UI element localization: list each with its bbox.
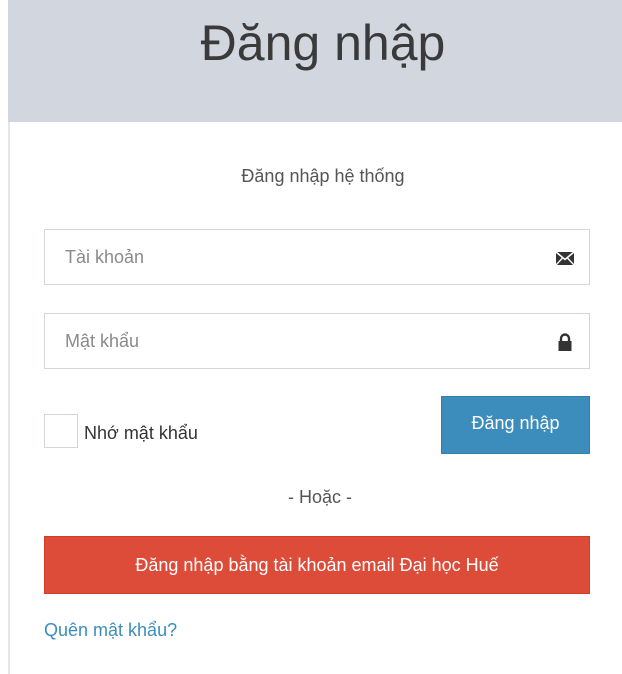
or-divider: - Hoặc - xyxy=(287,487,352,507)
password-input[interactable] xyxy=(45,314,515,368)
login-header: Đăng nhập xyxy=(8,0,622,122)
password-field xyxy=(44,313,590,369)
box-left-border xyxy=(8,122,10,674)
remember-me: Nhớ mật khẩu xyxy=(44,414,198,448)
forgot-password-link[interactable]: Quên mật khẩu? xyxy=(44,620,177,641)
username-input[interactable] xyxy=(45,230,515,284)
remember-label: Nhớ mật khẩu xyxy=(84,422,198,443)
login-button[interactable]: Đăng nhập xyxy=(441,396,590,454)
page-title: Đăng nhập xyxy=(200,15,446,71)
remember-checkbox[interactable] xyxy=(44,414,78,448)
login-box-subtitle: Đăng nhập hệ thống xyxy=(241,166,405,186)
username-field xyxy=(44,229,590,285)
login-page: Đăng nhập Đăng nhập hệ thống Nhớ mật khẩ… xyxy=(0,0,622,674)
email-login-button[interactable]: Đăng nhập bằng tài khoản email Đại học H… xyxy=(44,536,590,594)
lock-icon xyxy=(558,333,572,351)
envelope-icon xyxy=(555,251,575,266)
